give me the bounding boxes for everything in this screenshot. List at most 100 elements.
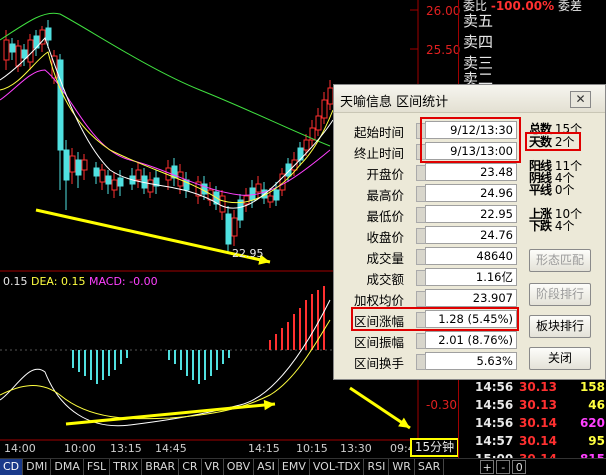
tab-sar[interactable]: SAR (415, 459, 445, 475)
tab-dma[interactable]: DMA (51, 459, 84, 475)
candle-body (57, 59, 64, 151)
dialog-titlebar[interactable]: 天喻信息 区间统计 ✕ (334, 85, 605, 113)
zoom-out-button[interactable]: - (496, 460, 511, 474)
field-label-low: 最低价 (366, 209, 404, 224)
price-axis-label: 26.00 (426, 4, 461, 18)
stage-rank-button[interactable]: 阶段排行 (529, 283, 591, 306)
candle-body (75, 159, 82, 176)
candle-body (315, 115, 322, 131)
macd-dif-line (0, 299, 331, 427)
tab-vr[interactable]: VR (202, 459, 224, 475)
low-price-annotation: 22.95 (232, 247, 264, 260)
candle-body (111, 179, 118, 191)
tab-wr[interactable]: WR (389, 459, 415, 475)
candle-body (321, 99, 328, 119)
macd-dif-value: 0.15 (3, 275, 28, 288)
trade-row: 14:56 30.13 158 (463, 380, 606, 396)
time-axis-label: 14:00 (4, 442, 36, 455)
stat-down: 下跌 4个 (529, 220, 574, 232)
candle-body (219, 195, 226, 213)
trade-time: 14:57 (475, 434, 514, 448)
close-button[interactable]: 关闭 (529, 347, 591, 370)
high-price-field: 24.96 (416, 184, 517, 202)
macd-dea-value: DEA: 0.15 (31, 275, 86, 288)
days-highlight (525, 132, 581, 151)
tab-cd[interactable]: CD (0, 459, 24, 475)
trade-volume: 95 (588, 434, 605, 448)
order-ratio-value: -100.00% (490, 0, 555, 13)
candle-body (255, 183, 262, 193)
candle-body (3, 39, 10, 61)
tab-obv[interactable]: OBV (224, 459, 255, 475)
pattern-match-button[interactable]: 形态匹配 (529, 249, 591, 272)
time-axis-label: 10:15 (296, 442, 328, 455)
time-axis-label: 14:45 (155, 442, 187, 455)
reset-button[interactable]: 0 (512, 460, 527, 474)
zoom-in-button[interactable]: + (480, 460, 495, 474)
candle-body (39, 29, 46, 45)
period-selector-button[interactable]: 15分钟 (410, 438, 459, 457)
turnover-field: 5.63% (416, 352, 517, 370)
field-label-turnover: 区间换手 (353, 356, 404, 371)
macd-axis-label: -0.30 (426, 398, 458, 412)
candle-body (249, 187, 256, 201)
tab-trix[interactable]: TRIX (110, 459, 143, 475)
time-axis-label: 13:15 (110, 442, 142, 455)
field-label-end-time: 终止时间 (353, 146, 404, 161)
period-pointer-arrow (349, 386, 411, 430)
order-diff-label: 委差 (557, 0, 582, 13)
tab-rsi[interactable]: RSI (364, 459, 390, 475)
tab-asi[interactable]: ASI (254, 459, 279, 475)
time-axis-label: 13:30 (340, 442, 372, 455)
trade-volume: 46 (588, 398, 605, 412)
macd-indicator-label: 0.15 DEA: 0.15 MACD: -0.00 (3, 275, 158, 288)
candle-body (21, 49, 28, 59)
trade-price: 30.14 (519, 434, 557, 448)
sector-rank-button[interactable]: 板块排行 (529, 315, 591, 338)
tab-cr[interactable]: CR (179, 459, 202, 475)
ask-level-5[interactable]: 卖五 (463, 10, 493, 31)
candle-body (27, 39, 34, 63)
candle-body (45, 27, 52, 41)
dialog-title: 天喻信息 区间统计 (340, 95, 449, 110)
open-price-field: 23.48 (416, 163, 517, 181)
trade-row: 14:57 30.14 95 (463, 434, 606, 450)
candle-body (243, 195, 250, 205)
tab-fsl[interactable]: FSL (84, 459, 111, 475)
close-price-field: 24.76 (416, 226, 517, 244)
ask-level-4[interactable]: 卖四 (463, 31, 493, 52)
tab-vol-tdx[interactable]: VOL-TDX (310, 459, 365, 475)
trade-row: 14:56 30.13 46 (463, 398, 606, 414)
time-range-highlight (420, 117, 521, 163)
candle-body (147, 179, 154, 193)
macd-value: MACD: -0.00 (88, 275, 158, 288)
candle-body (297, 147, 304, 161)
amount-field: 1.16亿 (416, 268, 517, 286)
trade-price: 30.13 (519, 398, 557, 412)
field-label-amount: 成交额 (366, 272, 404, 287)
stat-flat: 平线 0个 (529, 184, 574, 196)
amplitude-field: 2.01 (8.76%) (416, 331, 517, 349)
trade-time: 14:56 (475, 398, 514, 412)
tab-dmi[interactable]: DMI (23, 459, 52, 475)
trade-time: 14:56 (475, 380, 514, 394)
time-axis-label: 10:00 (64, 442, 96, 455)
trade-volume: 158 (579, 380, 605, 394)
stat-down-label: 下跌 (529, 219, 552, 233)
low-price-field: 22.95 (416, 205, 517, 223)
candle-body (9, 43, 16, 53)
time-axis-label: 14:15 (248, 442, 280, 455)
trade-price: 30.14 (519, 416, 557, 430)
candle-body (273, 189, 280, 201)
interval-stats-dialog: 天喻信息 区间统计 ✕ 起始时间 9/12/13:30 终止时间 9/13/13… (333, 84, 606, 380)
candle-body (231, 217, 238, 237)
trade-price: 30.13 (519, 380, 557, 394)
close-icon[interactable]: ✕ (570, 91, 591, 108)
tab-brar[interactable]: BRAR (142, 459, 180, 475)
stat-flat-value: 0个 (554, 183, 575, 197)
candle-body (303, 139, 310, 151)
tab-emv[interactable]: EMV (279, 459, 310, 475)
candle-body (69, 155, 76, 173)
field-label-high: 最高价 (366, 188, 404, 203)
candle-body (135, 169, 142, 181)
